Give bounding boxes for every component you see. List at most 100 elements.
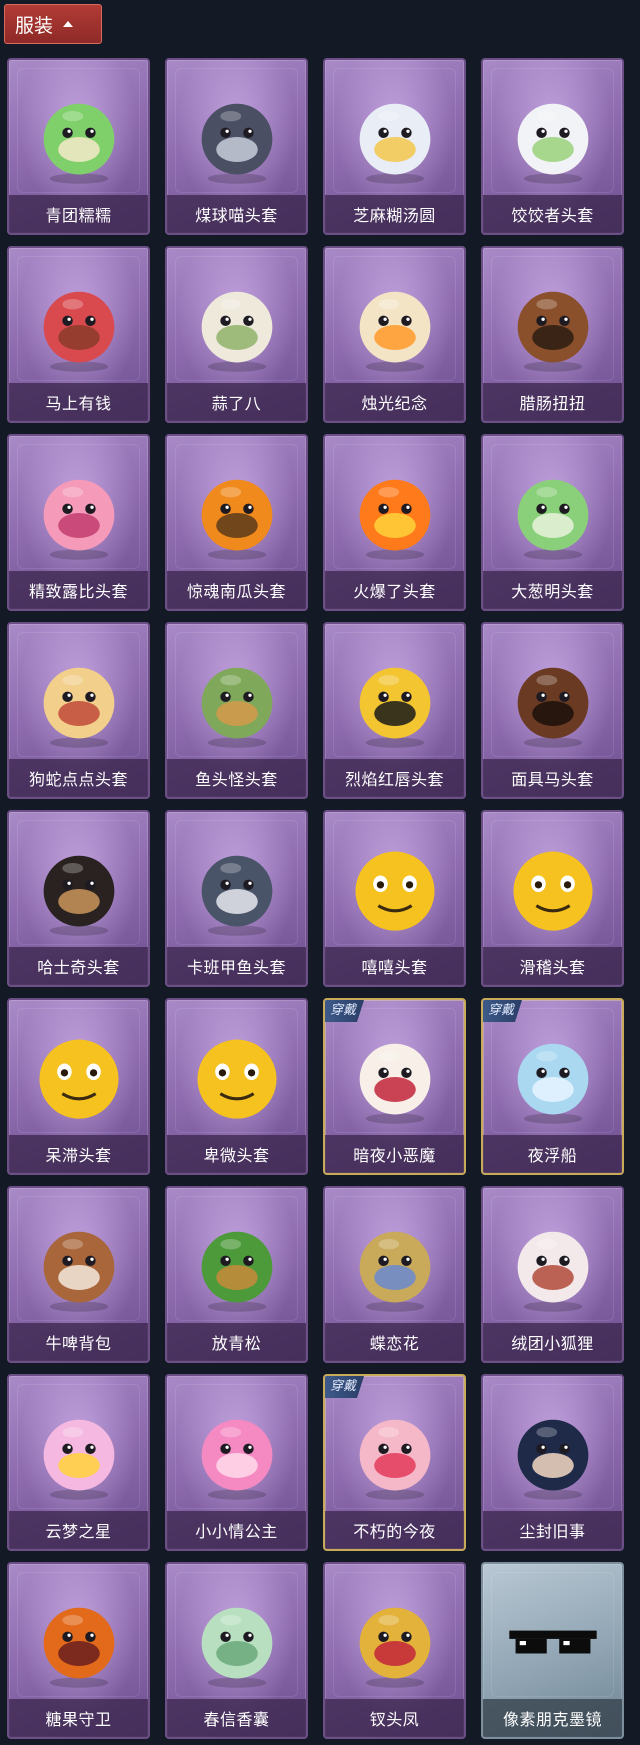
- chevron-up-icon: [63, 21, 74, 27]
- item-card[interactable]: 牛啤背包: [7, 1186, 150, 1363]
- item-card[interactable]: 绒团小狐狸: [481, 1186, 624, 1363]
- cat-head-icon: [167, 78, 306, 196]
- fish-head-icon: [167, 642, 306, 760]
- item-card[interactable]: 哈士奇头套: [7, 810, 150, 987]
- item-name: 蒜了八: [167, 383, 306, 421]
- item-name: 绒团小狐狸: [483, 1323, 622, 1361]
- stare-emoji-icon: [9, 1018, 148, 1136]
- item-card[interactable]: 大葱明头套: [481, 434, 624, 611]
- item-card[interactable]: 烈焰红唇头套: [323, 622, 466, 799]
- item-card[interactable]: 春信香囊: [165, 1562, 308, 1739]
- item-card[interactable]: 云梦之星: [7, 1374, 150, 1551]
- husky-sunglasses-icon: [9, 830, 148, 948]
- item-name: 饺饺者头套: [483, 195, 622, 233]
- item-card[interactable]: 面具马头套: [481, 622, 624, 799]
- item-card[interactable]: 像素朋克墨镜: [481, 1562, 624, 1739]
- item-card[interactable]: 火爆了头套: [323, 434, 466, 611]
- item-name: 精致露比头套: [9, 571, 148, 609]
- item-card[interactable]: 惊魂南瓜头套: [165, 434, 308, 611]
- item-name: 呆滞头套: [9, 1135, 148, 1173]
- item-name: 烛光纪念: [325, 383, 464, 421]
- item-card[interactable]: 蝶恋花: [323, 1186, 466, 1363]
- item-card[interactable]: 嘻嘻头套: [323, 810, 466, 987]
- item-card[interactable]: 鱼头怪头套: [165, 622, 308, 799]
- sachet-icon: [167, 1582, 306, 1700]
- item-card[interactable]: 饺饺者头套: [481, 58, 624, 235]
- item-card[interactable]: 腊肠扭扭: [481, 246, 624, 423]
- item-card[interactable]: 卑微头套: [165, 998, 308, 1175]
- item-name: 马上有钱: [9, 383, 148, 421]
- item-name: 火爆了头套: [325, 571, 464, 609]
- item-name: 糖果守卫: [9, 1699, 148, 1737]
- yellow-mouse-icon: [325, 642, 464, 760]
- item-name: 卑微头套: [167, 1135, 306, 1173]
- item-card[interactable]: 蒜了八: [165, 246, 308, 423]
- phoenix-crown-icon: [325, 1582, 464, 1700]
- chibi-prince-icon: [483, 1394, 622, 1512]
- butterfly-ornament-icon: [325, 1206, 464, 1324]
- sly-emoji-icon: [483, 830, 622, 948]
- item-card[interactable]: 马上有钱: [7, 246, 150, 423]
- fire-spirit-icon: [325, 454, 464, 572]
- item-name: 卡班甲鱼头套: [167, 947, 306, 985]
- item-card[interactable]: 穿戴 暗夜小恶魔: [323, 998, 466, 1175]
- item-card[interactable]: 糖果守卫: [7, 1562, 150, 1739]
- item-name: 放青松: [167, 1323, 306, 1361]
- item-name: 狗蛇点点头套: [9, 759, 148, 797]
- candy-guard-icon: [9, 1582, 148, 1700]
- cat-dessert-icon: [325, 1394, 464, 1512]
- horse-mask-icon: [483, 642, 622, 760]
- item-card[interactable]: 精致露比头套: [7, 434, 150, 611]
- item-card[interactable]: 狗蛇点点头套: [7, 622, 150, 799]
- scallion-icon: [483, 454, 622, 572]
- item-name: 云梦之星: [9, 1511, 148, 1549]
- little-devil-icon: [325, 1018, 464, 1136]
- item-card[interactable]: 青团糯糯: [7, 58, 150, 235]
- item-name: 尘封旧事: [483, 1511, 622, 1549]
- jellyfish-icon: [483, 1018, 622, 1136]
- pine-pot-icon: [167, 1206, 306, 1324]
- item-card[interactable]: 穿戴 夜浮船: [481, 998, 624, 1175]
- item-name: 像素朋克墨镜: [483, 1699, 622, 1737]
- garlic-icon: [167, 266, 306, 384]
- cow-beer-backpack-icon: [9, 1206, 148, 1324]
- costume-section-toggle[interactable]: 服装: [4, 4, 102, 44]
- item-name: 钗头凤: [325, 1699, 464, 1737]
- item-name: 夜浮船: [483, 1135, 622, 1173]
- pink-princess-icon: [167, 1394, 306, 1512]
- unicorn-star-icon: [9, 1394, 148, 1512]
- white-dumpling-icon: [325, 78, 464, 196]
- item-name: 暗夜小恶魔: [325, 1135, 464, 1173]
- timid-emoji-icon: [167, 1018, 306, 1136]
- item-card[interactable]: 小小情公主: [165, 1374, 308, 1551]
- green-rice-ball-icon: [9, 78, 148, 196]
- pixel-sunglasses-icon: [483, 1582, 622, 1700]
- item-name: 腊肠扭扭: [483, 383, 622, 421]
- item-name: 滑稽头套: [483, 947, 622, 985]
- fluffy-fox-icon: [483, 1206, 622, 1324]
- item-card[interactable]: 放青松: [165, 1186, 308, 1363]
- grin-emoji-icon: [325, 830, 464, 948]
- red-horse-icon: [9, 266, 148, 384]
- item-name: 嘻嘻头套: [325, 947, 464, 985]
- item-card[interactable]: 卡班甲鱼头套: [165, 810, 308, 987]
- item-card[interactable]: 钗头凤: [323, 1562, 466, 1739]
- item-card[interactable]: 穿戴 不朽的今夜: [323, 1374, 466, 1551]
- item-card[interactable]: 煤球喵头套: [165, 58, 308, 235]
- item-name: 哈士奇头套: [9, 947, 148, 985]
- item-card[interactable]: 尘封旧事: [481, 1374, 624, 1551]
- item-name: 不朽的今夜: [325, 1511, 464, 1549]
- item-name: 牛啤背包: [9, 1323, 148, 1361]
- item-card[interactable]: 芝麻糊汤圆: [323, 58, 466, 235]
- turtle-head-icon: [167, 830, 306, 948]
- dumpling-head-icon: [483, 78, 622, 196]
- item-card[interactable]: 滑稽头套: [481, 810, 624, 987]
- item-name: 惊魂南瓜头套: [167, 571, 306, 609]
- item-name: 春信香囊: [167, 1699, 306, 1737]
- item-card[interactable]: 烛光纪念: [323, 246, 466, 423]
- candle-icon: [325, 266, 464, 384]
- item-card[interactable]: 呆滞头套: [7, 998, 150, 1175]
- pink-glasses-head-icon: [9, 454, 148, 572]
- item-name: 小小情公主: [167, 1511, 306, 1549]
- sausage-dog-icon: [483, 266, 622, 384]
